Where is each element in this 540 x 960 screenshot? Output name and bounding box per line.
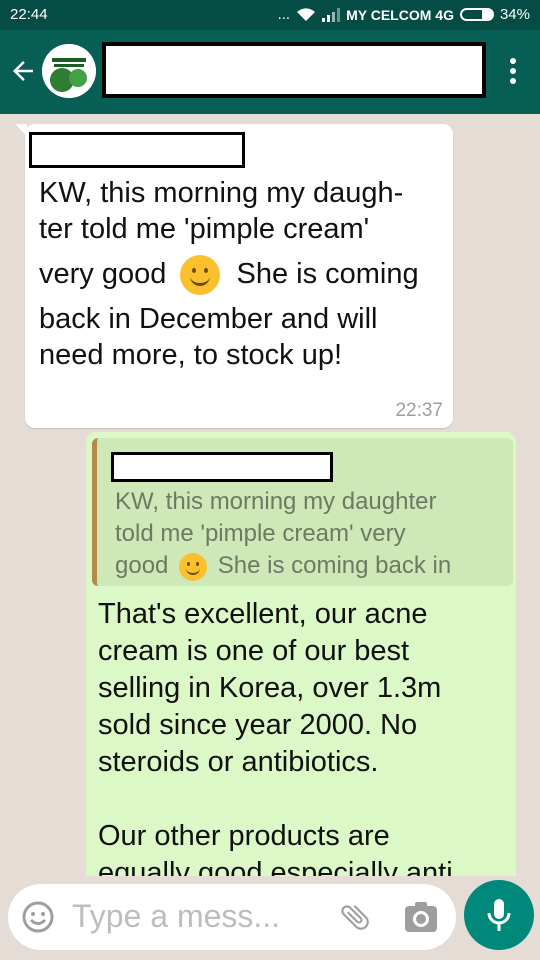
emoji-icon[interactable]: [22, 901, 54, 933]
smiling-face-icon: [180, 255, 221, 296]
microphone-icon: [487, 899, 511, 931]
arrow-left-icon[interactable]: [8, 56, 38, 86]
message-line: need more, to stock up!: [39, 339, 343, 371]
message-input[interactable]: Type a mess...: [72, 898, 280, 935]
contact-name-box[interactable]: [102, 42, 486, 98]
mic-button[interactable]: [464, 880, 534, 950]
message-line-3: very good She is coming: [39, 252, 419, 297]
message-input-bar[interactable]: Type a mess...: [8, 884, 456, 950]
chat-header: [0, 30, 540, 114]
quoted-text: KW, this morning my daughter told me 'pi…: [115, 486, 505, 582]
notification-dots: ...: [277, 6, 291, 23]
incoming-message[interactable]: KW, this morning my daugh- ter told me '…: [15, 124, 453, 428]
quoted-message[interactable]: KW, this morning my daughter told me 'pi…: [92, 438, 513, 586]
signal-icon: [322, 7, 341, 22]
message-text: very good: [39, 258, 167, 290]
message-list[interactable]: KW, this morning my daugh- ter told me '…: [0, 114, 540, 876]
message-text: She is coming: [236, 258, 419, 290]
smiling-face-icon: [179, 552, 208, 581]
quoted-text-part: She is coming back in: [217, 552, 452, 579]
quoted-text-part: good: [115, 552, 169, 579]
reply-text: That's excellent, our acne cream is one …: [98, 598, 453, 876]
more-vertical-icon[interactable]: [510, 58, 518, 88]
status-bar: 22:44 ... MY CELCOM 4G 34%: [0, 0, 540, 30]
battery-icon: [459, 8, 494, 21]
status-time: 22:44: [10, 6, 48, 23]
quoted-sender-box: [111, 452, 333, 482]
quoted-line-3: good She is coming back in: [115, 550, 505, 582]
battery-percent: 34%: [499, 6, 530, 23]
message-line: ter told me 'pimple cream': [39, 213, 370, 245]
wifi-icon: [297, 7, 316, 21]
quoted-line: told me 'pimple cream' very: [115, 520, 406, 547]
message-time: 22:37: [395, 400, 443, 421]
status-right: ... MY CELCOM 4G 34%: [278, 6, 530, 23]
avatar[interactable]: [42, 44, 96, 98]
outgoing-message[interactable]: KW, this morning my daughter told me 'pi…: [86, 432, 516, 876]
paperclip-icon[interactable]: [338, 900, 372, 934]
camera-icon[interactable]: [404, 901, 438, 933]
sender-name-box: [29, 132, 245, 168]
quoted-line: KW, this morning my daughter: [115, 488, 437, 515]
carrier-label: MY CELCOM 4G: [346, 6, 454, 23]
